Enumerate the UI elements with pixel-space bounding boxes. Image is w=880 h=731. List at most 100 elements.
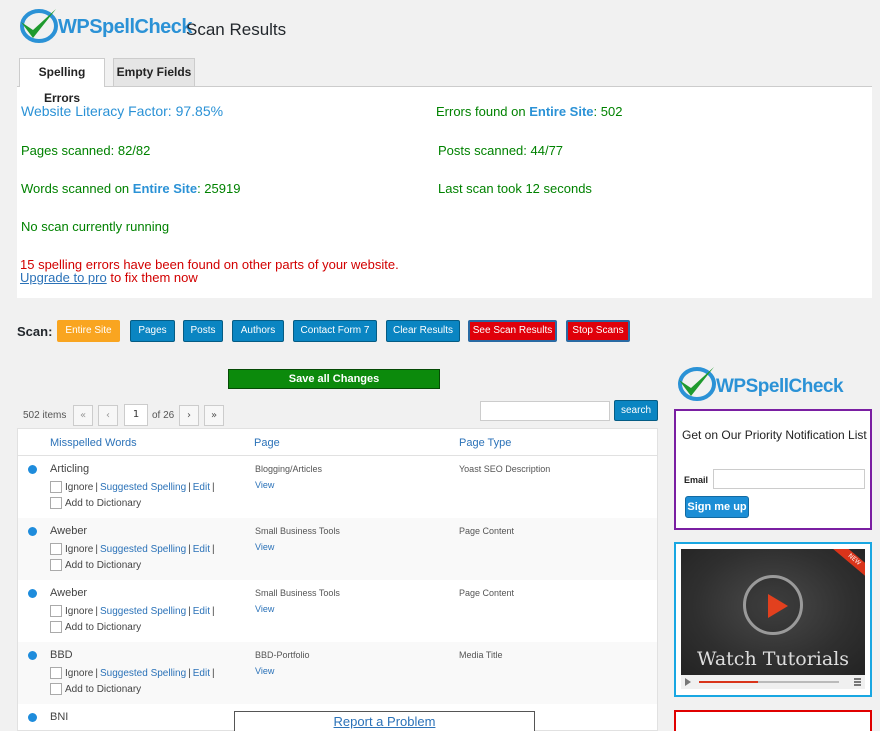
errors-found-scope: Entire Site bbox=[529, 104, 594, 119]
misspelled-word: Aweber bbox=[50, 587, 88, 599]
edit-link[interactable]: Edit bbox=[193, 606, 210, 617]
separator: | bbox=[95, 543, 98, 555]
next-sidebar-box bbox=[674, 710, 872, 731]
status-dot-icon bbox=[28, 651, 37, 660]
items-count: 502 items bbox=[23, 410, 67, 421]
page-name: Small Business Tools bbox=[255, 588, 340, 598]
row-actions: Ignore | Suggested Spelling | Edit | bbox=[50, 667, 217, 679]
notification-signup-box: Get on Our Priority Notification List Em… bbox=[674, 409, 872, 530]
pages-scanned: Pages scanned: 82/82 bbox=[21, 143, 151, 158]
new-badge: NEW bbox=[831, 549, 865, 580]
current-page-input[interactable]: 1 bbox=[124, 404, 148, 426]
next-page-button[interactable]: › bbox=[179, 405, 199, 426]
errors-found-label: Errors found on bbox=[436, 104, 530, 119]
column-page[interactable]: Page bbox=[254, 437, 280, 449]
video-caption: Watch Tutorials bbox=[696, 648, 850, 670]
scan-status: No scan currently running bbox=[21, 219, 170, 234]
errors-found: Errors found on Entire Site: 502 bbox=[436, 104, 622, 119]
tab-empty-fields[interactable]: Empty Fields bbox=[113, 58, 195, 86]
suggested-spelling-link[interactable]: Suggested Spelling bbox=[100, 482, 186, 493]
scan-posts-button[interactable]: Posts bbox=[183, 320, 223, 342]
separator: | bbox=[95, 481, 98, 493]
words-scanned-scope: Entire Site bbox=[132, 181, 198, 196]
row-dictionary: Add to Dictionary bbox=[50, 621, 141, 633]
wpspellcheck-logo: WPSpellCheck bbox=[18, 6, 193, 46]
column-page-type[interactable]: Page Type bbox=[459, 437, 511, 449]
tab-spelling-errors[interactable]: Spelling Errors bbox=[19, 58, 105, 105]
scan-label: Scan: bbox=[17, 324, 53, 339]
report-problem-link[interactable]: Report a Problem bbox=[234, 711, 535, 731]
play-small-icon[interactable] bbox=[685, 678, 691, 686]
email-input[interactable] bbox=[713, 469, 865, 489]
suggested-spelling-link[interactable]: Suggested Spelling bbox=[100, 544, 186, 555]
misspelled-word: Aweber bbox=[50, 525, 88, 537]
table-row: Aweber Ignore | Suggested Spelling | Edit | A… bbox=[18, 580, 657, 642]
video-progress-track[interactable] bbox=[699, 681, 839, 683]
prev-page-button[interactable]: ‹ bbox=[98, 405, 118, 426]
checkmark-logo-icon bbox=[20, 9, 58, 43]
ignore-checkbox[interactable] bbox=[50, 543, 62, 555]
ignore-checkbox[interactable] bbox=[50, 667, 62, 679]
clear-results-button[interactable]: Clear Results bbox=[386, 320, 460, 342]
row-actions: Ignore | Suggested Spelling | Edit | bbox=[50, 543, 217, 555]
last-page-button[interactable]: » bbox=[204, 405, 224, 426]
sign-me-up-button[interactable]: Sign me up bbox=[685, 496, 749, 518]
view-link[interactable]: View bbox=[255, 666, 274, 676]
ignore-label: Ignore bbox=[65, 543, 94, 555]
menu-icon[interactable] bbox=[854, 678, 861, 686]
edit-link[interactable]: Edit bbox=[193, 668, 210, 679]
video-screen[interactable]: NEW Watch Tutorials bbox=[681, 549, 865, 675]
scan-authors-button[interactable]: Authors bbox=[232, 320, 284, 342]
page-type: Media Title bbox=[459, 650, 503, 660]
ignore-checkbox[interactable] bbox=[50, 605, 62, 617]
ignore-checkbox[interactable] bbox=[50, 481, 62, 493]
misspelled-word: Articling bbox=[50, 463, 90, 475]
column-misspelled-words[interactable]: Misspelled Words bbox=[50, 437, 137, 449]
table-row: Articling Ignore | Suggested Spelling | Edit… bbox=[18, 456, 657, 518]
add-to-dictionary-checkbox[interactable] bbox=[50, 559, 62, 571]
edit-link[interactable]: Edit bbox=[193, 482, 210, 493]
add-to-dictionary-label: Add to Dictionary bbox=[65, 683, 142, 695]
page-name: Blogging/Articles bbox=[255, 464, 323, 474]
view-link[interactable]: View bbox=[255, 542, 274, 552]
row-dictionary: Add to Dictionary bbox=[50, 497, 141, 509]
first-page-button[interactable]: « bbox=[73, 405, 93, 426]
page-type: Yoast SEO Description bbox=[459, 464, 551, 474]
separator: | bbox=[188, 543, 191, 555]
separator: | bbox=[212, 605, 215, 617]
separator: | bbox=[95, 667, 98, 679]
scan-entire-site-button[interactable]: Entire Site bbox=[57, 320, 120, 342]
suggested-spelling-link[interactable]: Suggested Spelling bbox=[100, 668, 186, 679]
save-all-changes-button[interactable]: Save all Changes bbox=[228, 369, 440, 389]
add-to-dictionary-checkbox[interactable] bbox=[50, 683, 62, 695]
upgrade-link[interactable]: Upgrade to pro bbox=[20, 270, 107, 285]
add-to-dictionary-checkbox[interactable] bbox=[50, 497, 62, 509]
ignore-label: Ignore bbox=[65, 605, 94, 617]
play-icon[interactable] bbox=[743, 575, 803, 635]
see-scan-results-button[interactable]: See Scan Results bbox=[468, 320, 557, 342]
scan-pages-button[interactable]: Pages bbox=[130, 320, 175, 342]
stop-scans-button[interactable]: Stop Scans bbox=[566, 320, 630, 342]
table-row: Aweber Ignore | Suggested Spelling | Edit | A… bbox=[18, 518, 657, 580]
ignore-label: Ignore bbox=[65, 481, 94, 493]
logo-text: WPSpellCheck bbox=[716, 376, 844, 397]
search-button[interactable]: search bbox=[614, 400, 658, 421]
email-label: Email bbox=[684, 475, 709, 485]
page-name: BBD-Portfolio bbox=[255, 650, 310, 660]
row-dictionary: Add to Dictionary bbox=[50, 559, 141, 571]
add-to-dictionary-checkbox[interactable] bbox=[50, 621, 62, 633]
search-input[interactable] bbox=[480, 401, 610, 421]
status-dot-icon bbox=[28, 527, 37, 536]
suggested-spelling-link[interactable]: Suggested Spelling bbox=[100, 606, 186, 617]
video-controls bbox=[681, 675, 865, 689]
separator: | bbox=[188, 481, 191, 493]
errors-found-value: : 502 bbox=[593, 104, 623, 119]
video-progress-fill bbox=[699, 681, 758, 683]
view-link[interactable]: View bbox=[255, 604, 274, 614]
scan-contact-form-button[interactable]: Contact Form 7 bbox=[293, 320, 377, 342]
edit-link[interactable]: Edit bbox=[193, 544, 210, 555]
tutorial-video[interactable]: NEW Watch Tutorials bbox=[674, 542, 872, 697]
words-scanned-value: : 25919 bbox=[197, 181, 241, 196]
upgrade-suffix: to fix them now bbox=[106, 270, 198, 285]
view-link[interactable]: View bbox=[255, 480, 274, 490]
